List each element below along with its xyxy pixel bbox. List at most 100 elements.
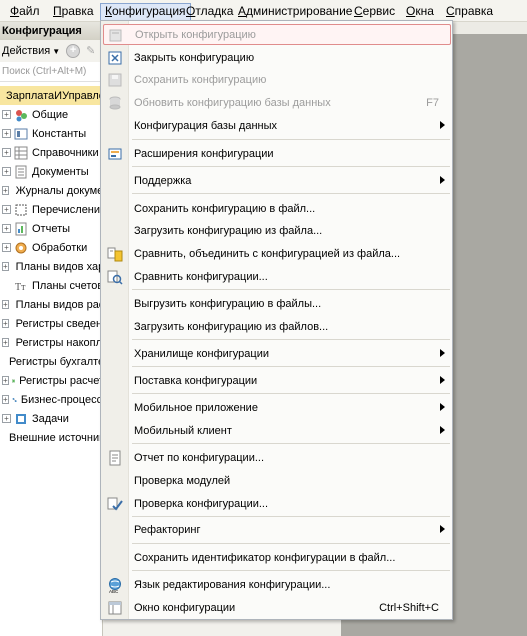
- expand-icon[interactable]: +: [2, 262, 9, 271]
- menu-item-import-from-files[interactable]: Загрузить конфигурацию из файлов...: [103, 316, 451, 337]
- tree-item-accum-registers[interactable]: + Регистры накопления: [0, 333, 103, 352]
- menu-item-save-configuration[interactable]: Сохранить конфигурацию: [103, 69, 451, 90]
- expand-icon[interactable]: +: [2, 300, 9, 309]
- tree-item-label: Регистры накопления: [15, 336, 103, 349]
- empty-icon-slot: [107, 319, 123, 335]
- menu-item-extensions[interactable]: Расширения конфигурации: [103, 143, 451, 164]
- menu-item-config-repository[interactable]: Хранилище конфигурации: [103, 343, 451, 364]
- expand-icon[interactable]: +: [2, 129, 11, 138]
- menu-item-label: Язык редактирования конфигурации...: [134, 578, 331, 591]
- tree-item-processing[interactable]: + Обработки: [0, 238, 102, 257]
- tree-item-label: Задачи: [32, 412, 69, 425]
- language-icon: ABC: [109, 577, 121, 593]
- tree-item-reports[interactable]: + Отчеты: [0, 219, 102, 238]
- tree-item-label: Бизнес-процессы: [20, 393, 103, 406]
- menu-item-db-configuration[interactable]: Конфигурация базы данных: [103, 115, 451, 136]
- menu-debug[interactable]: Отладка: [182, 3, 237, 21]
- add-icon[interactable]: +: [66, 44, 81, 58]
- tree-item-journals[interactable]: + Журналы документов: [0, 181, 102, 200]
- tree-item-label: Журналы документов: [15, 184, 102, 197]
- menu-item-open-configuration[interactable]: Открыть конфигурацию: [103, 24, 451, 45]
- empty-icon-slot: [107, 522, 123, 538]
- tree-item-label: Отчеты: [32, 222, 71, 235]
- tree-root[interactable]: ЗарплатаИУправлениеПерсоналом: [0, 86, 102, 105]
- tree-item-info-registers[interactable]: + Регистры сведений: [0, 314, 102, 333]
- search-input[interactable]: Поиск (Ctrl+Alt+M): [0, 64, 102, 82]
- expand-icon[interactable]: +: [2, 148, 11, 157]
- tree-item-label: Регистры расчета: [19, 374, 103, 387]
- configuration-dropdown-menu: Открыть конфигурацию Закрыть конфигураци…: [100, 20, 453, 620]
- tree-item-general[interactable]: + Общие: [0, 105, 102, 124]
- expand-icon[interactable]: +: [2, 395, 9, 404]
- tree-item-accounts-plans[interactable]: Tт Планы счетов: [0, 276, 102, 295]
- menu-windows[interactable]: Окна: [402, 3, 438, 21]
- menu-item-compare-configs[interactable]: Сравнить конфигурации...: [103, 266, 451, 287]
- expand-icon[interactable]: +: [2, 338, 9, 347]
- menu-item-config-delivery[interactable]: Поставка конфигурации: [103, 370, 451, 391]
- menu-item-shortcut: Ctrl+Shift+C: [379, 601, 439, 614]
- menu-item-check-modules[interactable]: Проверка модулей: [103, 470, 451, 491]
- menu-item-save-config-to-file[interactable]: Сохранить конфигурацию в файл...: [103, 198, 451, 219]
- menu-item-export-to-files[interactable]: Выгрузить конфигурацию в файлы...: [103, 293, 451, 314]
- expand-icon[interactable]: +: [2, 167, 11, 176]
- menu-item-refactoring[interactable]: Рефакторинг: [103, 519, 451, 540]
- menu-administration[interactable]: Администрирование: [234, 3, 356, 21]
- tree-item-external-sources[interactable]: Внешние источники данных: [0, 428, 102, 447]
- tree-item-calc-plans[interactable]: + Планы видов расчета: [0, 295, 102, 314]
- accounts-plans-icon: Tт: [15, 282, 26, 293]
- tree-item-catalogs[interactable]: + Справочники: [0, 143, 102, 162]
- menu-item-compare-merge[interactable]: Сравнить, объединить с конфигурацией из …: [103, 243, 451, 264]
- menu-item-config-report[interactable]: Отчет по конфигурации...: [103, 447, 451, 468]
- menu-item-label: Расширения конфигурации: [134, 147, 274, 160]
- menu-item-close-configuration[interactable]: Закрыть конфигурацию: [103, 47, 451, 68]
- empty-icon-slot: [107, 373, 123, 389]
- menu-edit[interactable]: Правка: [49, 3, 98, 21]
- submenu-arrow-icon: [440, 349, 445, 357]
- config-window-icon: [108, 601, 122, 614]
- tree-item-calc-registers[interactable]: + Регистры расчета: [0, 371, 103, 390]
- menu-item-mobile-client[interactable]: Мобильный клиент: [103, 420, 451, 441]
- menu-item-mobile-app[interactable]: Мобильное приложение: [103, 397, 451, 418]
- expand-icon[interactable]: +: [2, 186, 9, 195]
- menu-separator: [132, 193, 450, 194]
- menu-separator: [132, 166, 450, 167]
- menu-item-edit-language[interactable]: ABC Язык редактирования конфигурации...: [103, 574, 451, 595]
- tree-item-tasks[interactable]: + Задачи: [0, 409, 102, 428]
- menu-file[interactable]: Файл: [6, 3, 44, 21]
- menu-service[interactable]: Сервис: [350, 3, 399, 21]
- tree-item-accounting-registers[interactable]: ДРегистры бухгалтерии: [0, 352, 103, 371]
- open-config-icon: [109, 29, 122, 41]
- menu-help[interactable]: Справка: [442, 3, 497, 21]
- menu-item-config-window[interactable]: Окно конфигурации Ctrl+Shift+C: [103, 597, 451, 618]
- tree-item-business-processes[interactable]: + Бизнес-процессы: [0, 390, 103, 409]
- expand-icon[interactable]: +: [2, 205, 11, 214]
- tree-item-constants[interactable]: + Константы: [0, 124, 102, 143]
- tree-item-documents[interactable]: + Документы: [0, 162, 102, 181]
- menu-item-label: Конфигурация базы данных: [134, 119, 278, 132]
- pencil-icon[interactable]: ✎: [86, 40, 95, 62]
- menu-configuration[interactable]: Конфигурация: [100, 3, 191, 21]
- menu-separator: [132, 339, 450, 340]
- tree-item-label: Регистры бухгалтерии: [9, 355, 103, 368]
- expand-icon[interactable]: +: [2, 376, 9, 385]
- menu-separator: [132, 139, 450, 140]
- tree-item-label: Константы: [32, 127, 87, 140]
- close-config-icon: [108, 51, 122, 64]
- menu-item-support[interactable]: Поддержка: [103, 170, 451, 191]
- expand-icon[interactable]: +: [2, 319, 9, 328]
- menu-item-save-config-id[interactable]: Сохранить идентификатор конфигурации в ф…: [103, 547, 451, 568]
- expand-icon[interactable]: +: [2, 243, 11, 252]
- actions-button[interactable]: Действия ▼: [2, 40, 60, 63]
- expand-icon[interactable]: +: [2, 110, 11, 119]
- expand-icon[interactable]: +: [2, 224, 11, 233]
- menu-item-check-configuration[interactable]: Проверка конфигурации...: [103, 493, 451, 514]
- tree-item-char-plans[interactable]: + Планы видов характеристик: [0, 257, 102, 276]
- config-tree-panel: Конфигурация Действия ▼ + ✎ Поиск (Ctrl+A…: [0, 22, 103, 636]
- tree-item-enums[interactable]: + Перечисления: [0, 200, 102, 219]
- report-icon: [109, 450, 121, 465]
- menu-item-update-db-configuration[interactable]: Обновить конфигурацию базы данных F7: [103, 92, 451, 113]
- menu-item-label: Сравнить, объединить с конфигурацией из …: [134, 247, 401, 260]
- expand-icon[interactable]: +: [2, 414, 11, 423]
- save-config-icon: [108, 73, 122, 86]
- menu-item-load-config-from-file[interactable]: Загрузить конфигурацию из файла...: [103, 220, 451, 241]
